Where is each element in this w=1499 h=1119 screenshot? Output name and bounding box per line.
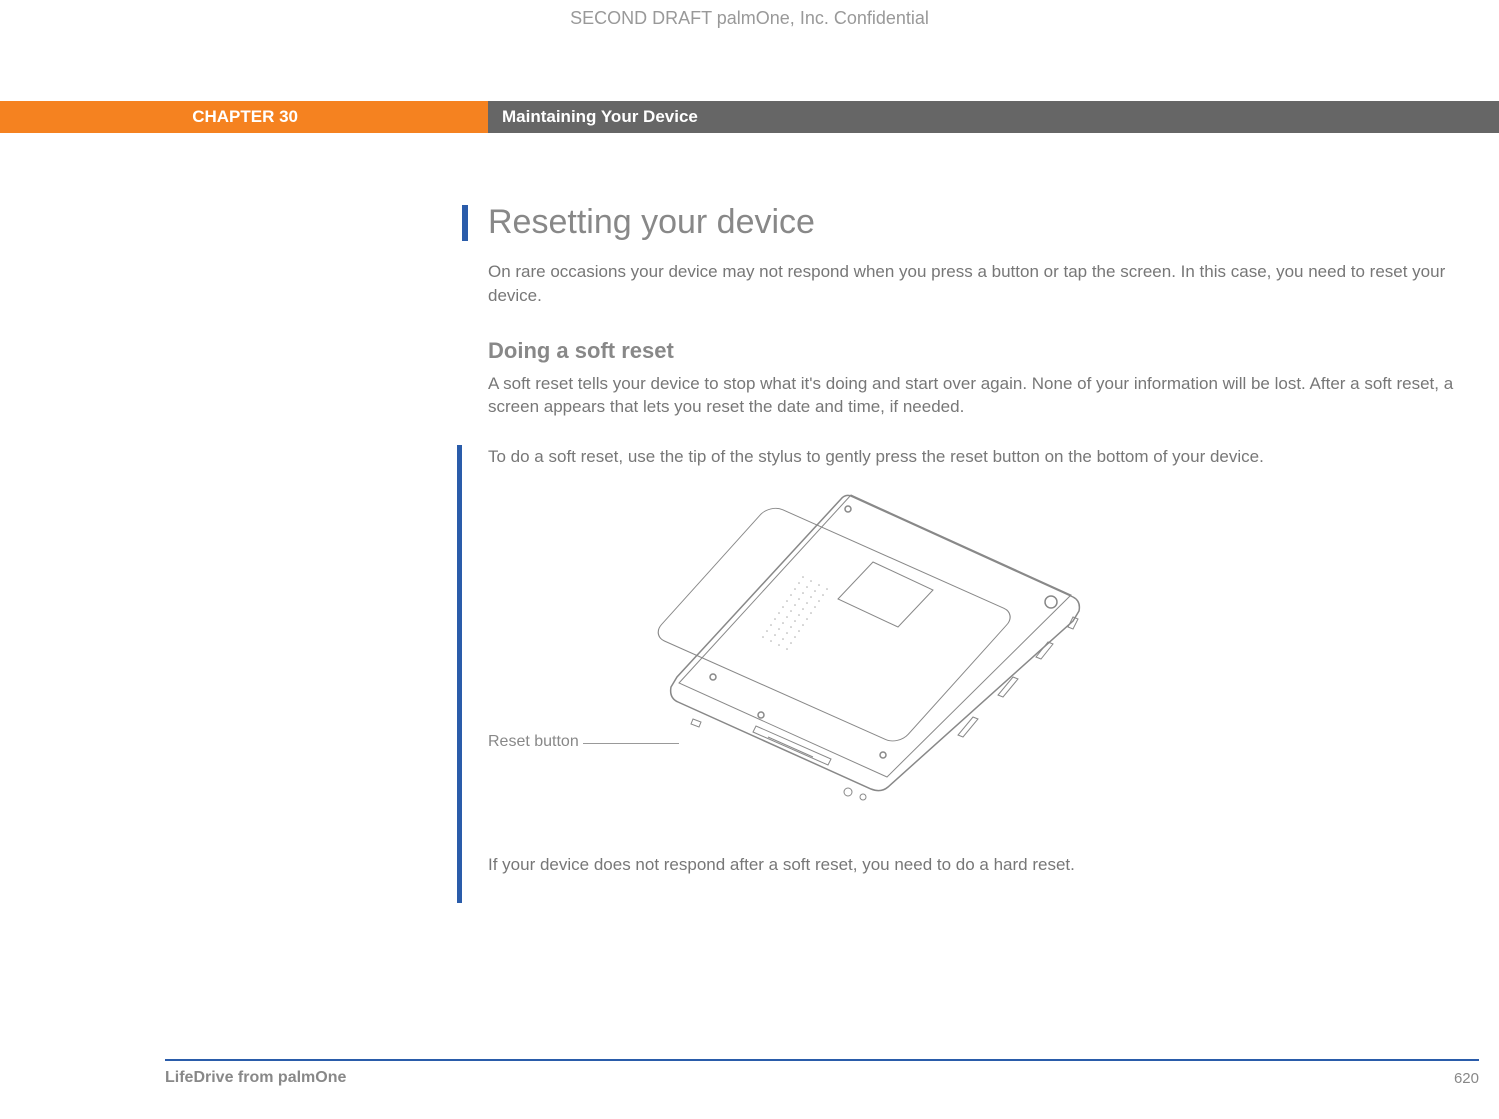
section-title: Resetting your device (488, 203, 815, 242)
footer-page-number: 620 (1454, 1070, 1479, 1087)
subsection-description: A soft reset tells your device to stop w… (488, 372, 1479, 420)
chapter-number: CHAPTER 30 (0, 101, 488, 133)
instruction-text: To do a soft reset, use the tip of the s… (488, 445, 1479, 469)
followup-text: If your device does not respond after a … (488, 853, 1479, 877)
device-figure: Reset button (488, 487, 1479, 827)
chapter-bar: CHAPTER 30 Maintaining Your Device (0, 101, 1499, 133)
reset-button-callout: Reset button (488, 733, 579, 751)
chapter-title: Maintaining Your Device (488, 101, 1499, 133)
instruction-block: To do a soft reset, use the tip of the s… (457, 445, 1479, 903)
main-content: Resetting your device On rare occasions … (488, 203, 1479, 903)
section-intro: On rare occasions your device may not re… (488, 260, 1479, 308)
subsection-title: Doing a soft reset (488, 338, 1479, 364)
device-illustration-icon (653, 487, 1083, 807)
footer-product: LifeDrive from palmOne (165, 1069, 346, 1087)
draft-notice: SECOND DRAFT palmOne, Inc. Confidential (0, 0, 1499, 29)
section-heading-wrap: Resetting your device (462, 203, 1479, 242)
section-marker-icon (462, 205, 468, 241)
page-footer: LifeDrive from palmOne 620 (165, 1059, 1479, 1087)
